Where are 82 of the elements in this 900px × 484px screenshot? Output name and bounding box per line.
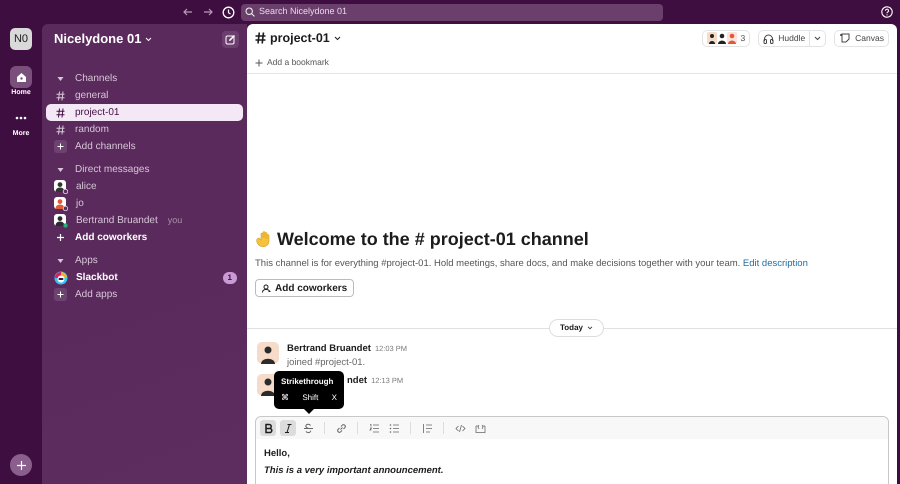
person-add-icon <box>262 284 271 292</box>
channel-item[interactable]: project-01 <box>46 104 243 121</box>
bold-button[interactable] <box>260 420 276 436</box>
home-button[interactable] <box>10 66 32 88</box>
hash-icon <box>56 108 65 118</box>
user-avatar-icon <box>257 342 279 364</box>
add-button[interactable] <box>10 454 32 476</box>
message-composer[interactable]: Hello, This is a very important announcement. <box>255 416 889 484</box>
quote-icon <box>422 422 432 434</box>
hash-icon <box>56 90 65 100</box>
add-coworkers-button[interactable]: Add coworkers <box>255 279 354 297</box>
huddle-menu-button[interactable] <box>810 30 826 46</box>
chevron-down-icon <box>814 36 822 40</box>
add-item[interactable]: Add channels <box>46 138 243 155</box>
message-text: joined #project-01. <box>287 356 366 370</box>
plus-icon <box>255 58 263 66</box>
tooltip-title: Strikethrough <box>281 376 334 388</box>
search-field[interactable]: Search Nicelydone 01 <box>241 4 663 20</box>
bold-icon <box>262 422 274 434</box>
unread-badge: 1 <box>222 272 237 284</box>
direct-message-item[interactable]: Bertrand Bruandet you <box>46 212 243 229</box>
ulist-icon <box>388 422 400 434</box>
chevron-down-icon <box>586 326 593 330</box>
plus-icon <box>57 143 64 150</box>
message-text: This is a very important announcement. <box>264 464 444 478</box>
members-avatars-icon <box>706 32 736 44</box>
channel-title[interactable]: project-01 <box>255 28 341 48</box>
author-name[interactable]: Bertrand Bruandet <box>287 342 371 356</box>
direct-message-item[interactable]: alice <box>46 178 243 195</box>
more-icon <box>15 116 27 120</box>
shortcut-key: X <box>332 392 337 404</box>
code-icon <box>454 422 466 434</box>
compose-icon <box>225 34 236 44</box>
home-icon <box>16 72 26 82</box>
strike-icon <box>302 422 314 434</box>
bot-avatar-icon <box>54 270 68 284</box>
history-icon[interactable] <box>222 6 235 18</box>
channel-description: This channel is for everything #project-01. Hold meetings, share docs, and make decisions together with your team. Edit description <box>255 256 809 271</box>
forward-icon[interactable] <box>202 6 214 18</box>
add-coworkers-item[interactable]: Add coworkers <box>46 229 243 246</box>
plus-icon <box>54 233 67 242</box>
plus-icon <box>57 291 64 298</box>
plus-icon <box>16 460 26 470</box>
search-icon <box>245 7 255 17</box>
shortcut-key: ⌘ <box>281 392 289 404</box>
huddle-button[interactable]: Huddle <box>758 30 810 46</box>
help-icon[interactable] <box>881 6 893 18</box>
user-avatar-icon <box>54 180 68 194</box>
members-button[interactable]: 3 <box>702 30 750 46</box>
channel-item[interactable]: random <box>46 121 243 138</box>
workspace-avatar[interactable]: N0 <box>10 28 32 50</box>
section-header[interactable]: Channels <box>46 70 243 87</box>
message-text: Hello, <box>264 447 291 461</box>
back-icon[interactable] <box>182 6 194 18</box>
italic-icon <box>282 422 294 434</box>
shortcut-key: Shift <box>302 392 318 404</box>
channel-item[interactable]: general <box>46 87 243 104</box>
section-header[interactable]: Apps <box>46 252 243 269</box>
hash-icon <box>255 32 266 44</box>
date-divider-button[interactable]: Today <box>549 319 604 337</box>
direct-message-item[interactable]: jo <box>46 195 243 212</box>
codeblock-icon <box>474 422 486 434</box>
edit-description-link[interactable]: Edit description <box>742 258 808 269</box>
author-name[interactable]: ndet <box>347 374 368 388</box>
welcome-heading: Welcome to the # project-01 channel <box>277 228 589 251</box>
chevron-down-icon <box>145 36 152 42</box>
compose-button[interactable] <box>222 30 239 48</box>
add-item[interactable]: Add apps <box>46 286 243 303</box>
add-bookmark-button[interactable]: Add a bookmark <box>255 56 329 69</box>
app-item[interactable]: Slackbot 1 <box>46 269 243 286</box>
chevron-down-icon <box>334 36 341 40</box>
olist-icon <box>368 422 380 434</box>
italic-button[interactable] <box>280 420 296 436</box>
user-avatar-icon <box>54 196 68 210</box>
user-avatar-icon <box>54 214 68 228</box>
canvas-button[interactable]: Canvas <box>834 30 889 46</box>
link-icon <box>336 422 346 434</box>
workspace-menu[interactable]: Nicelydone 01 <box>54 29 152 49</box>
hash-icon <box>56 124 65 134</box>
section-header[interactable]: Direct messages <box>46 161 243 178</box>
canvas-icon <box>839 32 852 44</box>
headphones-icon <box>763 32 774 44</box>
